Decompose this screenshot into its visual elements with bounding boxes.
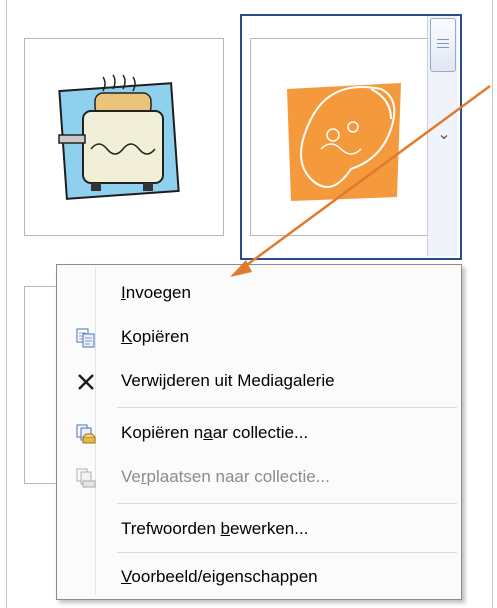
menu-item-kopieren-naar-collectie[interactable]: Kopiëren naar collectie...: [59, 415, 457, 451]
menu-item-trefwoorden-bewerken[interactable]: Trefwoorden bewerken...: [59, 511, 457, 547]
scroll-thumb[interactable]: [430, 18, 456, 72]
menu-item-invoegen[interactable]: Invoegen: [59, 275, 457, 311]
menu-item-voorbeeld-eigenschappen[interactable]: Voorbeeld/eigenschappen: [59, 559, 457, 595]
pane-left-border: [6, 0, 7, 608]
menu-item-verplaatsen-naar-collectie: Verplaatsen naar collectie...: [59, 459, 457, 495]
delete-x-icon: [78, 374, 94, 390]
menu-item-label: Verplaatsen naar collectie...: [121, 467, 330, 486]
menu-item-kopieren[interactable]: Kopiëren: [59, 319, 457, 355]
menu-item-label: Voorbeeld/eigenschappen: [121, 567, 318, 586]
menu-separator: [117, 552, 457, 553]
gallery-thumbnail-cornucopia-frame: [250, 38, 428, 236]
gallery-thumbnail-toaster[interactable]: [24, 38, 224, 236]
menu-separator: [117, 503, 457, 504]
move-to-collection-icon: [76, 468, 96, 488]
menu-item-label: Trefwoorden bewerken...: [121, 519, 309, 538]
menu-item-label: Kopiëren naar collectie...: [121, 423, 309, 442]
cornucopia-clipart-image: [287, 83, 401, 201]
pane-right-border: [492, 0, 493, 608]
chevron-down-icon[interactable]: ⌄: [434, 124, 454, 144]
menu-item-label: Kopiëren: [121, 327, 190, 346]
menu-item-label: Verwijderen uit Mediagalerie: [121, 371, 335, 390]
toaster-clipart-image: [58, 74, 180, 200]
menu-item-label: Invoegen: [121, 283, 191, 302]
menu-item-verwijderen[interactable]: Verwijderen uit Mediagalerie: [59, 363, 457, 399]
copy-to-collection-icon: [76, 424, 96, 444]
menu-separator: [117, 407, 457, 408]
context-menu: Invoegen Kopiëren Verwijderen uit Mediag…: [56, 264, 462, 600]
copy-icon: [76, 328, 95, 348]
